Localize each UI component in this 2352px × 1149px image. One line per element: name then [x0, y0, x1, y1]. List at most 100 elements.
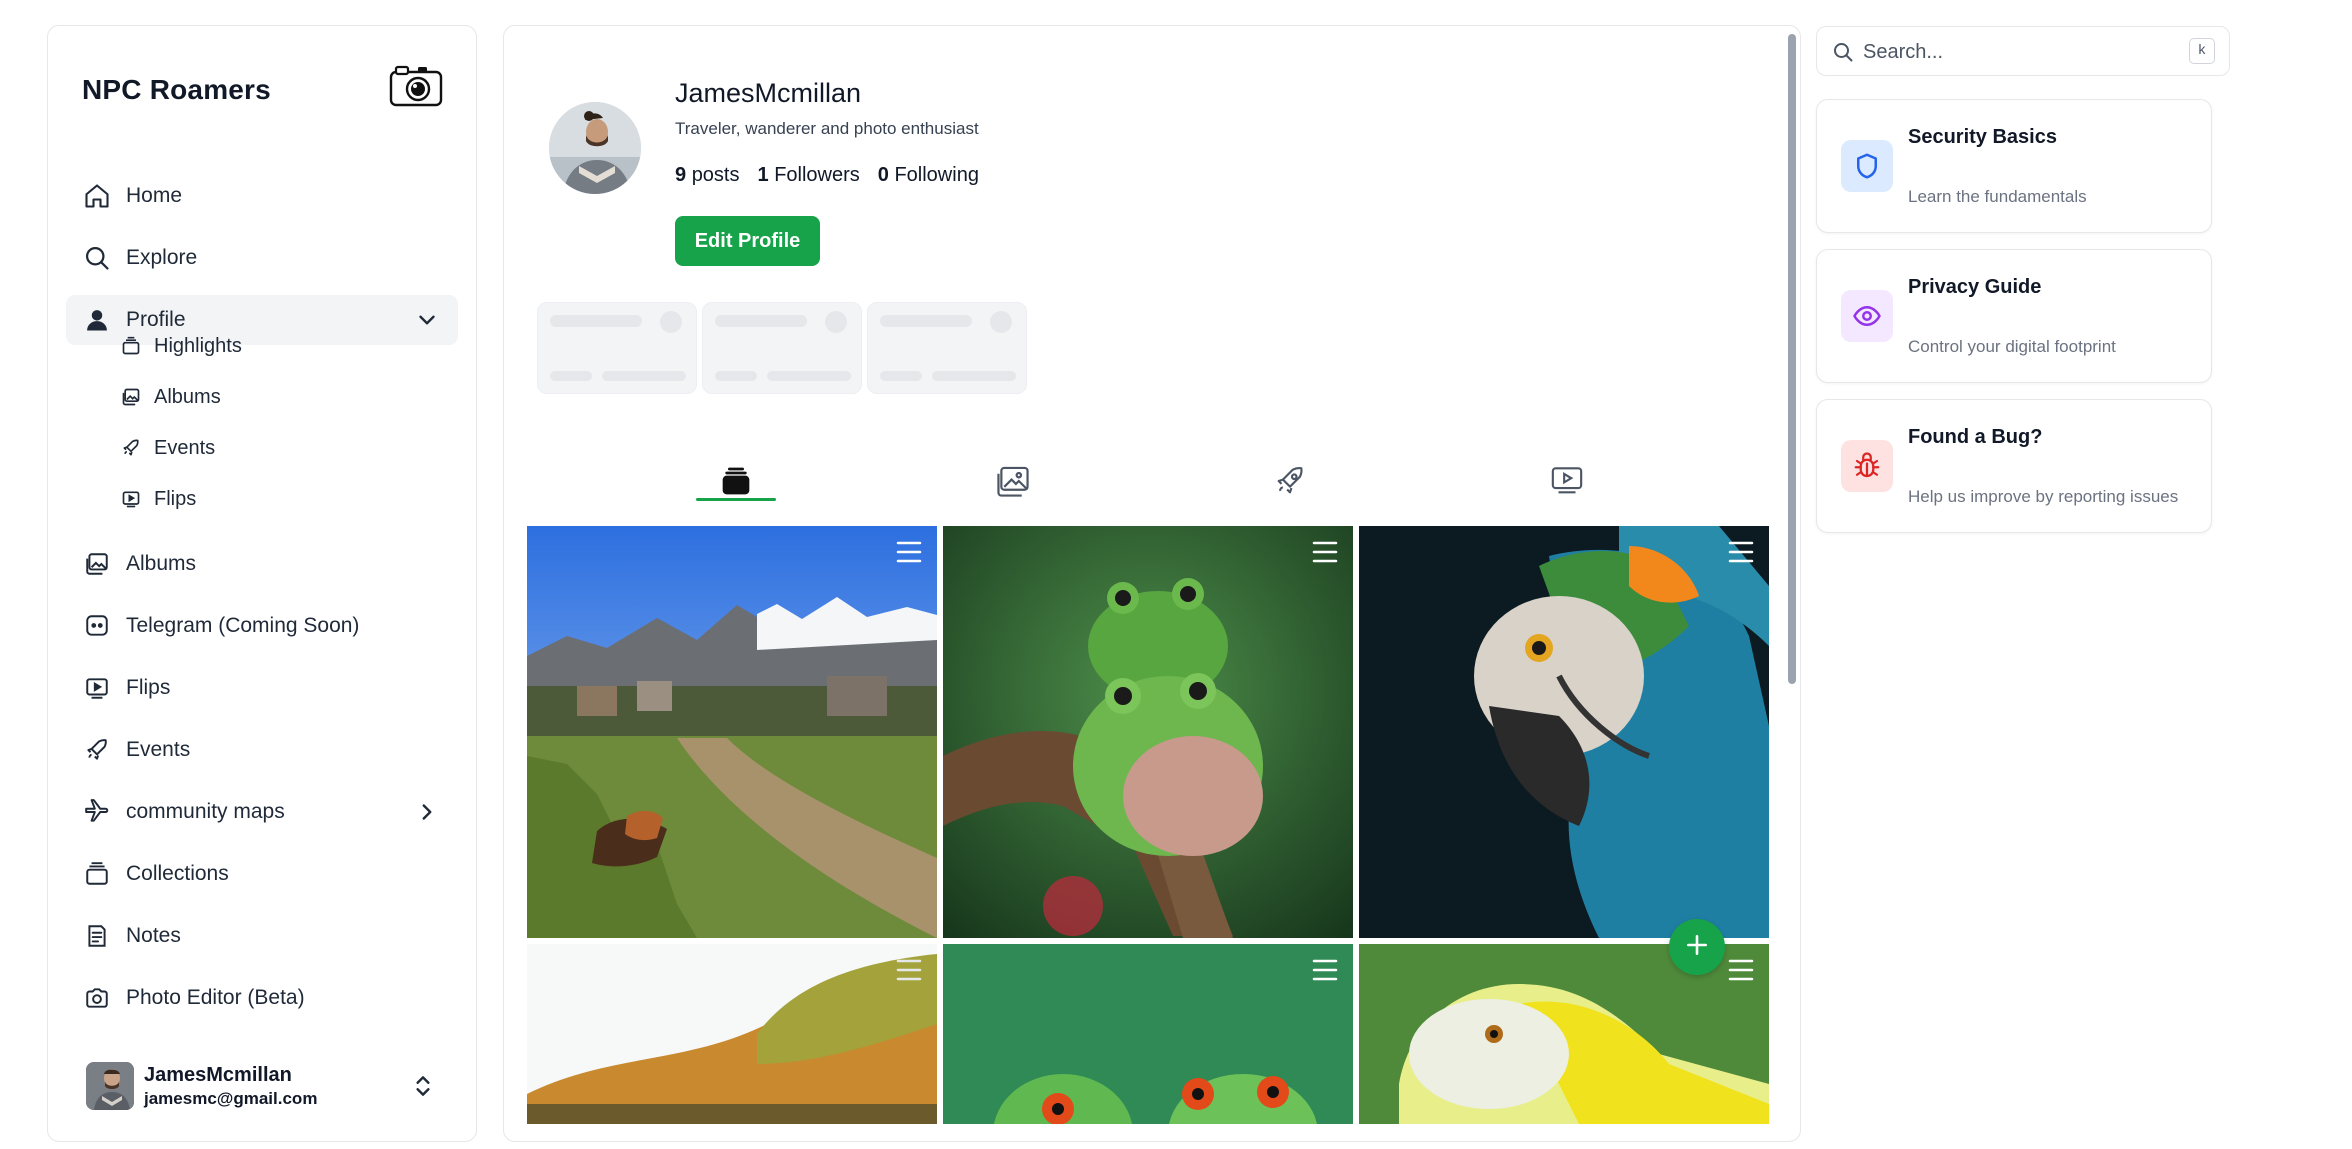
highlight-skeleton — [702, 302, 862, 394]
profile-avatar — [549, 102, 641, 194]
sidebar-item-notes[interactable]: Notes — [66, 911, 458, 961]
followers-count: 1 — [757, 164, 769, 186]
video-icon — [120, 488, 142, 510]
sidebar-item-label: Explore — [126, 246, 198, 269]
home-icon — [82, 181, 112, 211]
menu-icon[interactable] — [895, 540, 923, 564]
menu-icon[interactable] — [1727, 958, 1755, 982]
chat-icon — [82, 611, 112, 641]
avatar — [86, 1062, 134, 1110]
sidebar-item-flips[interactable]: Flips — [66, 663, 458, 713]
card-title: Privacy Guide — [1908, 276, 2042, 298]
sidebar-item-events[interactable]: Events — [66, 725, 458, 775]
active-tab-indicator — [696, 498, 776, 501]
shield-icon — [1841, 140, 1893, 192]
profile-name: JamesMcmillan — [675, 78, 862, 108]
card-privacy-guide[interactable]: Privacy Guide Control your digital footp… — [1816, 249, 2212, 383]
sidebar-item-photo-editor[interactable]: Photo Editor (Beta) — [66, 973, 458, 1023]
photo-mountain-village — [527, 526, 937, 938]
camera-icon — [82, 983, 112, 1013]
chevron-down-icon[interactable] — [414, 307, 440, 333]
menu-icon[interactable] — [1311, 540, 1339, 564]
chevron-right-icon[interactable] — [414, 799, 440, 825]
chevron-up-down-icon[interactable] — [410, 1072, 436, 1100]
sidebar: NPC Roamers Home Explore Profile Highlig… — [47, 25, 477, 1142]
sidebar-item-explore[interactable]: Explore — [66, 233, 458, 283]
sidebar-subitem-label: Albums — [154, 385, 221, 408]
sidebar-item-label: Events — [126, 738, 191, 761]
photo-macaw — [1359, 526, 1769, 938]
sidebar-subitem-albums[interactable]: Albums — [120, 377, 221, 417]
images-icon — [120, 386, 142, 408]
images-icon — [82, 549, 112, 579]
tab-albums[interactable] — [973, 458, 1053, 508]
card-title: Found a Bug? — [1908, 426, 2043, 448]
plus-icon — [1684, 932, 1710, 963]
sidebar-item-collections[interactable]: Collections — [66, 849, 458, 899]
sidebar-subitem-label: Flips — [154, 487, 197, 510]
photo-red-eyed-frogs — [943, 944, 1353, 1124]
card-security-basics[interactable]: Security Basics Learn the fundamentals — [1816, 99, 2212, 233]
posts-label: posts — [691, 164, 740, 186]
sidebar-subitem-highlights[interactable]: Highlights — [120, 326, 242, 366]
photo-autumn-forest — [527, 944, 937, 1124]
profile-stats: 9 posts 1 Followers 0 Following — [675, 164, 979, 187]
sidebar-item-label: Flips — [126, 676, 171, 699]
stack-icon — [720, 466, 752, 501]
photo-tile[interactable] — [1359, 526, 1769, 938]
tab-events[interactable] — [1250, 458, 1330, 508]
sidebar-subitem-label: Events — [154, 436, 216, 459]
user-menu[interactable]: JamesMcmillan jamesmc@gmail.com — [86, 1056, 446, 1116]
card-description: Learn the fundamentals — [1908, 187, 2087, 206]
images-icon — [995, 465, 1031, 502]
rocket-icon — [82, 735, 112, 765]
photo-tile[interactable] — [943, 944, 1353, 1124]
camera-logo-icon[interactable] — [388, 62, 444, 108]
sidebar-item-label: Home — [126, 184, 183, 207]
photo-tile[interactable] — [527, 526, 937, 938]
rocket-icon — [120, 437, 142, 459]
menu-icon[interactable] — [1311, 958, 1339, 982]
sidebar-subitem-events[interactable]: Events — [120, 428, 215, 468]
notes-icon — [82, 921, 112, 951]
following-stat[interactable]: 0 Following — [878, 164, 979, 187]
profile-bio: Traveler, wanderer and photo enthusiast — [675, 119, 979, 138]
profile-main: JamesMcmillan Traveler, wanderer and pho… — [503, 25, 1801, 1142]
card-found-a-bug[interactable]: Found a Bug? Help us improve by reportin… — [1816, 399, 2212, 533]
rocket-icon — [1273, 464, 1307, 503]
sidebar-subitem-flips[interactable]: Flips — [120, 479, 196, 519]
user-email: jamesmc@gmail.com — [144, 1089, 318, 1108]
sidebar-item-label: Telegram (Coming Soon) — [126, 614, 360, 637]
sidebar-subitem-label: Highlights — [154, 334, 242, 357]
photo-tile[interactable] — [527, 944, 937, 1124]
posts-count: 9 — [675, 164, 687, 186]
menu-icon[interactable] — [1727, 540, 1755, 564]
plane-icon — [82, 797, 112, 827]
search-input[interactable] — [1863, 37, 2163, 67]
keyboard-shortcut-badge: k — [2189, 38, 2215, 64]
bug-icon — [1841, 440, 1893, 492]
card-description: Control your digital footprint — [1908, 337, 2116, 356]
stack-icon — [120, 335, 142, 357]
sidebar-item-label: Photo Editor (Beta) — [126, 986, 305, 1009]
highlight-skeleton — [537, 302, 697, 394]
menu-icon[interactable] — [895, 958, 923, 982]
highlight-skeleton — [867, 302, 1027, 394]
edit-profile-button[interactable]: Edit Profile — [675, 216, 820, 266]
search-box[interactable]: k — [1816, 26, 2230, 76]
sidebar-item-telegram[interactable]: Telegram (Coming Soon) — [66, 601, 458, 651]
tab-flips[interactable] — [1527, 458, 1607, 508]
sidebar-item-albums[interactable]: Albums — [66, 539, 458, 589]
add-post-button[interactable] — [1669, 919, 1725, 975]
sidebar-item-label: Collections — [126, 862, 229, 885]
sidebar-item-community-maps[interactable]: community maps — [66, 787, 458, 837]
scrollbar[interactable] — [1788, 34, 1796, 684]
photo-green-frogs — [943, 526, 1353, 938]
brand-title: NPC Roamers — [82, 74, 271, 105]
sidebar-item-home[interactable]: Home — [66, 171, 458, 221]
photo-tile[interactable] — [943, 526, 1353, 938]
eye-icon — [1841, 290, 1893, 342]
user-name: JamesMcmillan — [144, 1064, 292, 1086]
posts-stat[interactable]: 9 posts — [675, 164, 740, 187]
followers-stat[interactable]: 1 Followers — [758, 164, 860, 187]
